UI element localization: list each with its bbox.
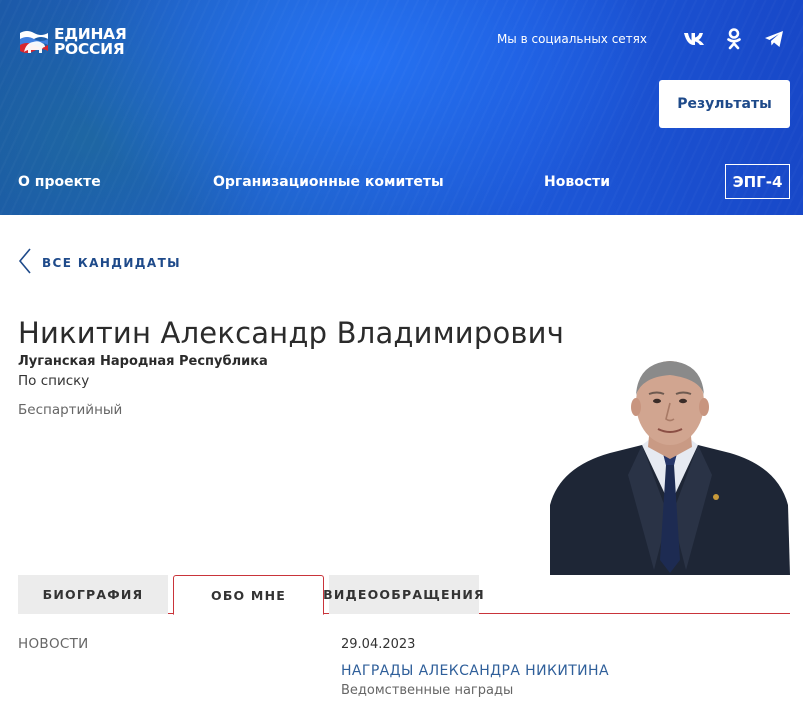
- vk-icon[interactable]: [683, 28, 705, 50]
- news-heading: НОВОСТИ: [18, 636, 89, 652]
- tab-video-messages[interactable]: ВИДЕООБРАЩЕНИЯ: [323, 575, 484, 614]
- epg-button[interactable]: ЭПГ-4: [725, 164, 790, 199]
- news-date: 29.04.2023: [341, 637, 416, 652]
- tab-biography[interactable]: БИОГРАФИЯ: [18, 575, 168, 614]
- odnoklassniki-icon[interactable]: [723, 28, 745, 50]
- back-link-label: ВСЕ КАНДИДАТЫ: [42, 256, 181, 270]
- candidate-party: Беспартийный: [18, 402, 123, 418]
- tab-about-me[interactable]: ОБО МНЕ: [173, 575, 324, 615]
- site-header: ЕДИНАЯ РОССИЯ Мы в социальных сетях Резу…: [0, 0, 803, 215]
- nav-about-project[interactable]: О проекте: [18, 174, 101, 190]
- nav-news[interactable]: Новости: [544, 174, 610, 190]
- candidate-region: Луганская Народная Республика: [18, 354, 268, 369]
- bear-flag-icon: [18, 27, 50, 57]
- results-button[interactable]: Результаты: [659, 80, 790, 128]
- candidate-photo: [550, 355, 790, 575]
- social-label: Мы в социальных сетях: [496, 32, 647, 46]
- telegram-icon[interactable]: [763, 28, 785, 50]
- candidate-name: Никитин Александр Владимирович: [18, 316, 565, 350]
- party-logo[interactable]: ЕДИНАЯ РОССИЯ: [18, 25, 127, 58]
- chevron-left-icon: [18, 248, 32, 278]
- candidate-list-type: По списку: [18, 373, 90, 389]
- logo-wordmark: ЕДИНАЯ РОССИЯ: [54, 25, 127, 58]
- social-links: Мы в социальных сетях: [497, 28, 785, 50]
- back-to-candidates-link[interactable]: ВСЕ КАНДИДАТЫ: [18, 248, 181, 278]
- news-title-link[interactable]: НАГРАДЫ АЛЕКСАНДРА НИКИТИНА: [341, 663, 609, 679]
- nav-organizing-committees[interactable]: Организационные комитеты: [213, 174, 444, 190]
- news-subtitle: Ведомственные награды: [341, 683, 514, 698]
